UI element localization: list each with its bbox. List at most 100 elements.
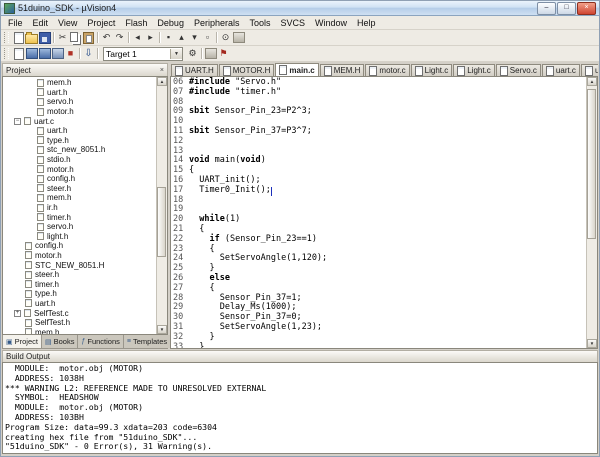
code-line-26[interactable]: 26 else <box>171 274 586 284</box>
panel-tab-functions[interactable]: ƒFunctions <box>78 335 123 348</box>
tree-item-ir.h[interactable]: ir.h <box>3 203 156 213</box>
code-line-12[interactable]: 12 <box>171 137 586 147</box>
navigate-forward-icon[interactable]: ▸ <box>144 31 157 44</box>
editor-tab-MOTOR.H[interactable]: MOTOR.H <box>219 64 275 76</box>
paste-icon[interactable] <box>82 31 95 44</box>
code-line-11[interactable]: 11sbit Sensor_Pin_37=P3^7; <box>171 127 586 137</box>
scroll-thumb[interactable] <box>587 89 596 239</box>
navigate-back-icon[interactable]: ◂ <box>131 31 144 44</box>
project-panel-close-icon[interactable]: × <box>160 67 164 74</box>
build-icon[interactable] <box>25 47 38 60</box>
tree-item-light.h[interactable]: light.h <box>3 232 156 242</box>
menu-item-edit[interactable]: Edit <box>28 17 54 29</box>
tree-item-uart.h[interactable]: uart.h <box>3 299 156 309</box>
code-line-07[interactable]: 07#include "timer.h" <box>171 88 586 98</box>
project-tree-scrollbar[interactable]: ▲ ▼ <box>156 77 167 334</box>
scroll-down-icon[interactable]: ▼ <box>587 339 597 348</box>
tree-item-mem.h[interactable]: mem.h <box>3 327 156 334</box>
menu-item-project[interactable]: Project <box>82 17 120 29</box>
debug-session-icon[interactable] <box>204 47 217 60</box>
options-for-target-icon[interactable]: ⚙ <box>186 47 199 60</box>
editor-tab-main.c[interactable]: main.c <box>275 63 318 76</box>
scroll-up-icon[interactable]: ▲ <box>157 77 167 86</box>
tree-item-stc_new_8051.h[interactable]: stc_new_8051.h <box>3 145 156 155</box>
panel-tab-books[interactable]: ▤Books <box>42 335 78 348</box>
close-button[interactable]: × <box>577 2 596 15</box>
expand-icon[interactable]: + <box>14 310 21 317</box>
editor-scrollbar[interactable]: ▲ ▼ <box>586 77 597 348</box>
new-file-icon[interactable] <box>12 31 25 44</box>
copy-icon[interactable] <box>69 31 82 44</box>
tree-item-servo.h[interactable]: servo.h <box>3 222 156 232</box>
tree-item-motor.h[interactable]: motor.h <box>3 164 156 174</box>
editor-tab-Light.c[interactable]: Light.c <box>411 64 453 76</box>
target-select[interactable]: Target 1▼ <box>103 47 183 61</box>
tree-item-type.h[interactable]: type.h <box>3 289 156 299</box>
menu-item-window[interactable]: Window <box>310 17 352 29</box>
bookmark-prev-icon[interactable]: ▴ <box>175 31 188 44</box>
tree-item-uart.h[interactable]: uart.h <box>3 88 156 98</box>
batch-build-icon[interactable] <box>51 47 64 60</box>
scroll-down-icon[interactable]: ▼ <box>157 325 167 334</box>
tree-item-timer.h[interactable]: timer.h <box>3 212 156 222</box>
undo-icon[interactable]: ↶ <box>100 31 113 44</box>
code-line-18[interactable]: 18 <box>171 196 586 206</box>
code-line-32[interactable]: 32 } <box>171 333 586 343</box>
code-line-25[interactable]: 25 } <box>171 264 586 274</box>
tree-item-STC_NEW_8051.H[interactable]: STC_NEW_8051.H <box>3 260 156 270</box>
code-line-09[interactable]: 09sbit Sensor_Pin_23=P2^3; <box>171 107 586 117</box>
tree-item-mem.h[interactable]: mem.h <box>3 78 156 88</box>
editor-tab-MEM.H[interactable]: MEM.H <box>320 64 365 76</box>
find-in-files-icon[interactable] <box>232 31 245 44</box>
tree-item-mem.h[interactable]: mem.h <box>3 193 156 203</box>
menu-item-file[interactable]: File <box>3 17 28 29</box>
maximize-button[interactable]: □ <box>557 2 576 15</box>
code-line-20[interactable]: 20 while(1) <box>171 215 586 225</box>
editor-tab-UART.H[interactable]: UART.H <box>171 64 218 76</box>
bookmark-clear-icon[interactable]: ▫ <box>201 31 214 44</box>
tree-item-SelfTest.c[interactable]: +SelfTest.c <box>3 308 156 318</box>
code-editor[interactable]: 06#include "Servo.h"07#include "timer.h"… <box>171 77 586 348</box>
flag-icon[interactable]: ⚑ <box>217 47 230 60</box>
redo-icon[interactable]: ↷ <box>113 31 126 44</box>
bookmark-toggle-icon[interactable]: ▪ <box>162 31 175 44</box>
bookmark-next-icon[interactable]: ▾ <box>188 31 201 44</box>
tree-item-config.h[interactable]: config.h <box>3 241 156 251</box>
code-line-33[interactable]: 33 } <box>171 343 586 348</box>
menu-item-svcs[interactable]: SVCS <box>276 17 311 29</box>
tree-item-config.h[interactable]: config.h <box>3 174 156 184</box>
code-line-31[interactable]: 31 SetServoAngle(1,23); <box>171 323 586 333</box>
code-line-14[interactable]: 14void main(void) <box>171 156 586 166</box>
editor-tab-Servo.c[interactable]: Servo.c <box>496 64 541 76</box>
toolbar-grip[interactable] <box>4 32 9 43</box>
menu-item-help[interactable]: Help <box>352 17 381 29</box>
tree-item-steer.h[interactable]: steer.h <box>3 184 156 194</box>
rebuild-all-icon[interactable] <box>38 47 51 60</box>
editor-tab-motor.c[interactable]: motor.c <box>365 64 409 76</box>
scroll-thumb[interactable] <box>157 187 166 257</box>
tree-item-steer.h[interactable]: steer.h <box>3 270 156 280</box>
panel-tab-templates[interactable]: ≡Templates <box>124 335 171 348</box>
menu-item-debug[interactable]: Debug <box>152 17 189 29</box>
cut-icon[interactable]: ✂ <box>56 31 69 44</box>
panel-tab-project[interactable]: ▣Project <box>3 335 42 348</box>
tree-item-servo.h[interactable]: servo.h <box>3 97 156 107</box>
scroll-up-icon[interactable]: ▲ <box>587 77 597 86</box>
tree-item-SelfTest.h[interactable]: SelfTest.h <box>3 318 156 328</box>
find-icon[interactable]: ⊙ <box>219 31 232 44</box>
tree-item-uart.c[interactable]: −uart.c <box>3 116 156 126</box>
editor-tab-Light.c[interactable]: Light.c <box>453 64 495 76</box>
code-line-22[interactable]: 22 if (Sensor_Pin_23==1) <box>171 235 586 245</box>
menu-item-peripherals[interactable]: Peripherals <box>189 17 245 29</box>
tree-item-timer.h[interactable]: timer.h <box>3 279 156 289</box>
editor-tab-uart.c[interactable]: uart.c <box>542 64 580 76</box>
download-icon[interactable]: ⇩ <box>82 47 95 60</box>
combo-dropdown-icon[interactable]: ▼ <box>170 49 182 59</box>
tree-item-motor.h[interactable]: motor.h <box>3 107 156 117</box>
toolbar-grip[interactable] <box>4 48 9 59</box>
collapse-icon[interactable]: − <box>14 118 21 125</box>
code-line-17[interactable]: 17 Timer0_Init(); <box>171 186 586 196</box>
tree-item-motor.h[interactable]: motor.h <box>3 251 156 261</box>
open-icon[interactable] <box>25 31 38 44</box>
tree-item-uart.h[interactable]: uart.h <box>3 126 156 136</box>
